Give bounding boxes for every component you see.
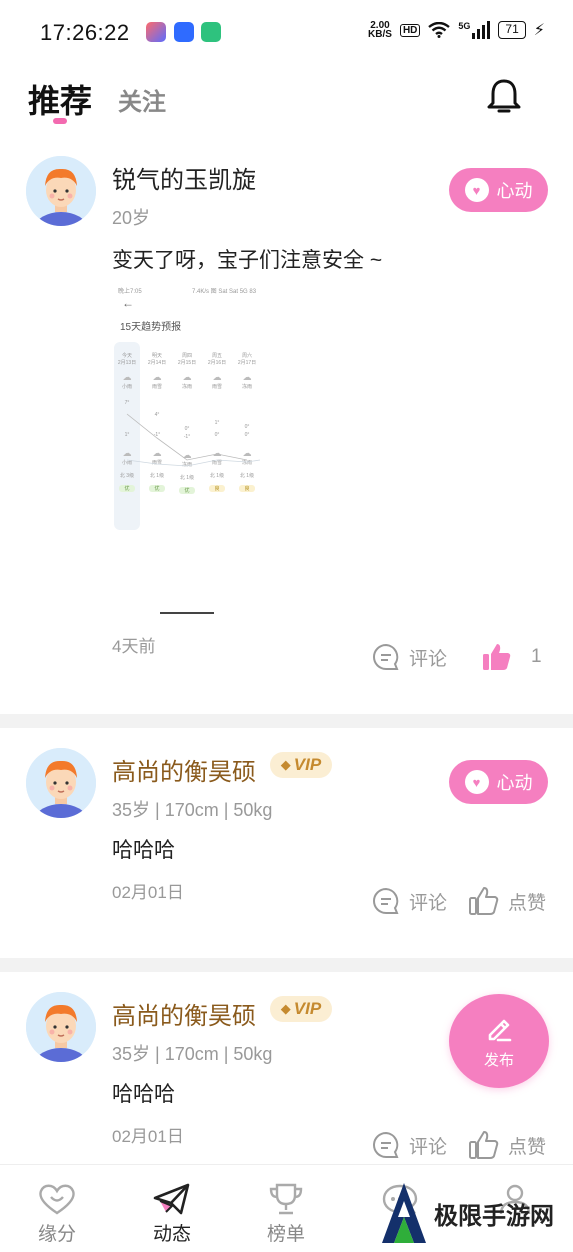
clipboard-notification-icon (201, 22, 221, 42)
comment-icon (373, 887, 399, 914)
comment-icon (373, 643, 399, 670)
temperature-trend-lines (126, 413, 261, 467)
post-divider (0, 958, 573, 972)
comment-button[interactable]: 评论 (371, 642, 447, 672)
avatar[interactable] (26, 748, 96, 818)
user-meta: 20岁 (112, 208, 151, 228)
status-time: 17:26:22 (40, 20, 130, 45)
heart-button-label: 心动 (496, 181, 533, 201)
heart-icon: ♥ (464, 178, 489, 202)
post-content: 哈哈哈 (112, 1083, 175, 1106)
nav-label: 动态 (152, 1224, 191, 1245)
comment-button[interactable]: 评论 (371, 886, 447, 916)
like-label: 点赞 (508, 1136, 547, 1158)
heart-outline-icon (39, 1184, 75, 1215)
vip-badge: ◆ VIP (270, 752, 332, 778)
nav-item-dongtai[interactable]: 动态 (132, 1181, 212, 1246)
nav-label: 榜单 (266, 1224, 305, 1245)
vip-badge: ◆ VIP (270, 996, 332, 1022)
trophy-icon (269, 1183, 303, 1215)
heart-icon: ♥ (464, 770, 489, 794)
diamond-icon: ◆ (280, 1001, 291, 1016)
like-button[interactable]: 点赞 (468, 1130, 546, 1160)
app-notification-icon (146, 22, 166, 42)
top-tabs: 推荐 关注 (0, 66, 573, 130)
heart-button[interactable]: ♥ 心动 (449, 760, 548, 804)
comment-icon (373, 1131, 399, 1158)
status-bar: 17:26:22 2.00 KB/S HD 5G 71 ⚡ (0, 0, 573, 66)
nav-label: 缘分 (37, 1224, 76, 1245)
post-image[interactable]: 晚上7:05 7.4K/s 图 Sat Sat 5G 83 ← 15天趋势预报 … (112, 282, 272, 614)
post-date: 02月01日 (112, 883, 184, 902)
user-meta: 35岁 | 170cm | 50kg (112, 1044, 273, 1064)
publish-button[interactable]: 发布 (449, 994, 549, 1088)
post-content: 变天了呀，宝子们注意安全 ~ (112, 249, 383, 272)
post-card: 高尚的衡昊硕 ◆ VIP 35岁 | 170cm | 50kg ♥ 心动 哈哈哈… (0, 728, 573, 958)
pencil-icon (488, 1019, 512, 1041)
tab-recommend[interactable]: 推荐 (28, 76, 92, 122)
thumbs-up-icon (469, 887, 499, 915)
user-meta: 35岁 | 170cm | 50kg (112, 800, 273, 820)
avatar-illustration-icon (26, 748, 96, 818)
post-date: 4天前 (112, 637, 156, 656)
comment-label: 评论 (409, 892, 448, 914)
like-count: 1 (531, 646, 542, 667)
user-name[interactable]: 高尚的衡昊硕 (112, 996, 256, 1031)
publish-label: 发布 (483, 1051, 514, 1069)
image-underline (160, 612, 214, 614)
comment-label: 评论 (409, 648, 448, 670)
comment-button[interactable]: 评论 (371, 1130, 447, 1160)
post-content: 哈哈哈 (112, 839, 175, 862)
comment-label: 评论 (409, 1136, 448, 1158)
site-watermark: 极限手游网 (380, 1174, 573, 1252)
tab-follow[interactable]: 关注 (118, 82, 166, 117)
status-right: 2.00 KB/S HD 5G 71 ⚡ (368, 20, 545, 40)
network-speed: 2.00 KB/S (368, 20, 392, 40)
nav-item-bangdan[interactable]: 榜单 (246, 1181, 326, 1246)
avatar-illustration-icon (26, 992, 96, 1062)
battery-indicator: 71 (498, 21, 526, 39)
paper-plane-icon (153, 1183, 190, 1215)
diamond-icon: ◆ (280, 757, 291, 772)
wifi-icon (428, 22, 451, 38)
avatar[interactable] (26, 992, 96, 1062)
watermark-logo-icon (382, 1183, 426, 1243)
nav-item-yuanfen[interactable]: 缘分 (17, 1181, 97, 1246)
avatar[interactable] (26, 156, 96, 226)
shield-notification-icon (174, 22, 194, 42)
like-button[interactable]: 点赞 (468, 886, 546, 916)
charging-icon: ⚡ (533, 22, 545, 39)
hd-badge: HD (399, 23, 421, 37)
post-card: 锐气的玉凯旋 20岁 ♥ 心动 变天了呀，宝子们注意安全 ~ 晚上7:05 7.… (0, 140, 573, 714)
post-date: 02月01日 (112, 1127, 184, 1146)
thumbs-up-filled-icon (483, 644, 511, 670)
tab-active-indicator (53, 118, 67, 124)
bell-icon[interactable] (486, 76, 522, 116)
user-name[interactable]: 锐气的玉凯旋 (112, 160, 256, 195)
post-divider (0, 714, 573, 728)
avatar-illustration-icon (26, 156, 96, 226)
heart-button-label: 心动 (496, 773, 533, 793)
heart-button[interactable]: ♥ 心动 (449, 168, 548, 212)
signal-icon: 5G (458, 21, 491, 39)
watermark-text: 极限手游网 (434, 1200, 554, 1230)
like-button[interactable]: 1 (481, 642, 542, 672)
like-label: 点赞 (508, 892, 547, 914)
user-name[interactable]: 高尚的衡昊硕 (112, 752, 256, 787)
thumbs-up-icon (469, 1131, 499, 1159)
